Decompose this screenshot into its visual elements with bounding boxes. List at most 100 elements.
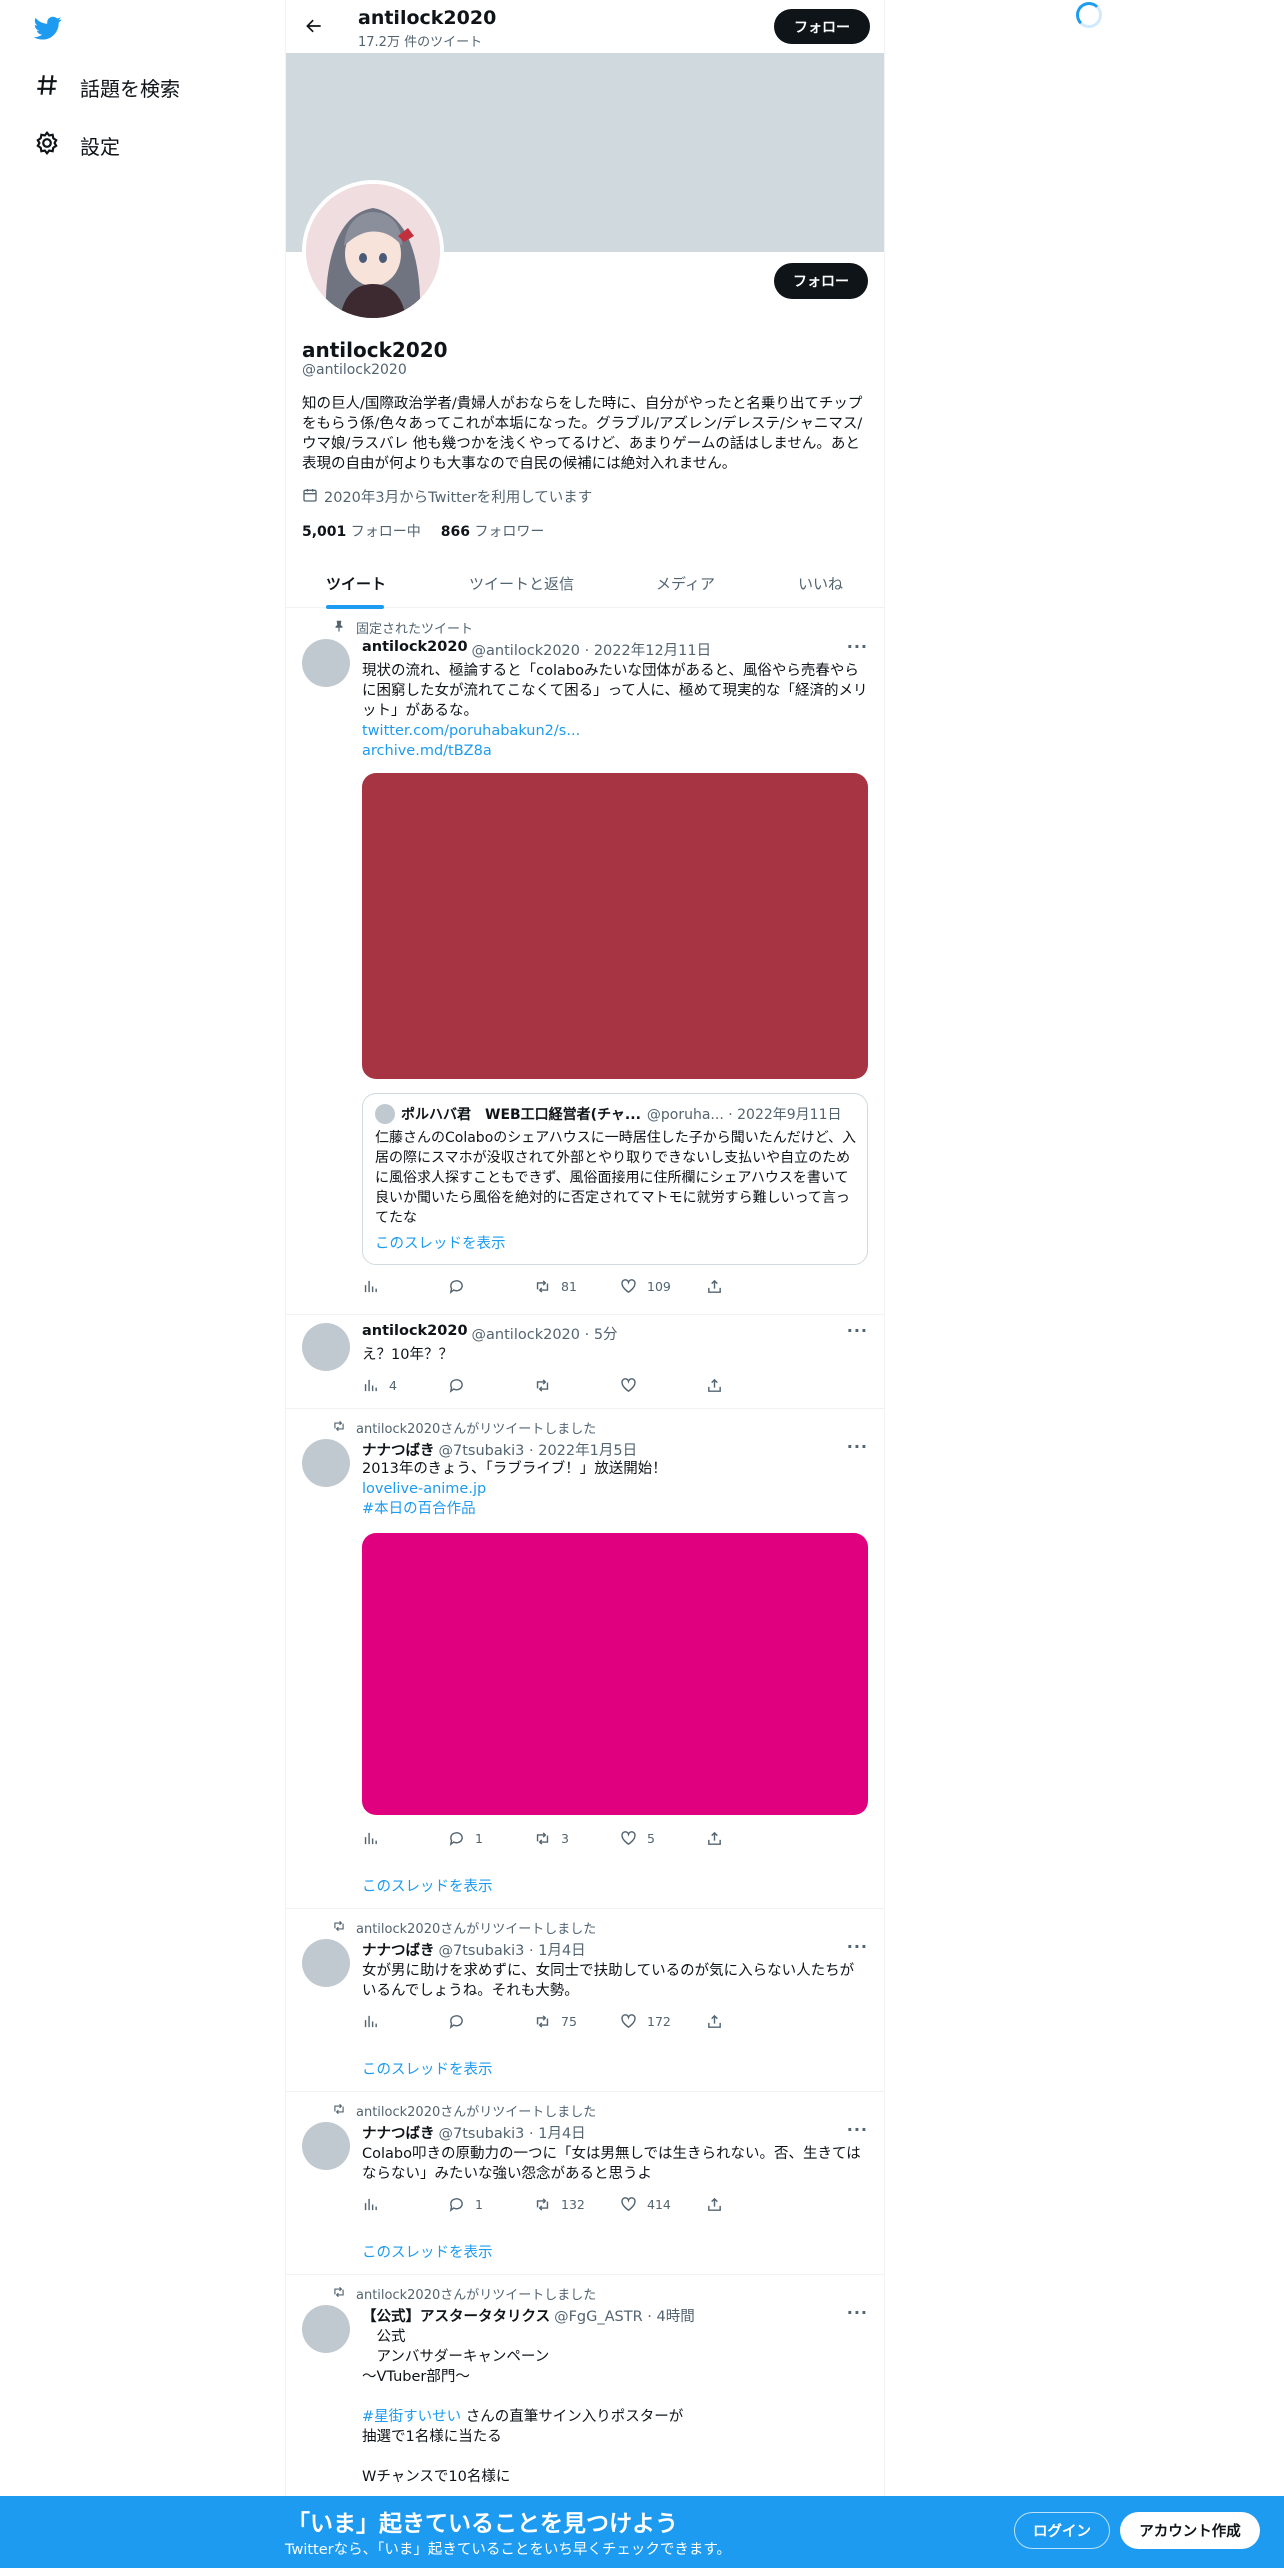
more-options-icon[interactable]: ··· — [847, 637, 868, 656]
views-button[interactable]: 4 — [362, 1377, 448, 1394]
signup-banner-subtitle: Twitterなら、「いま」起きていることをいち早くチェックできます。 — [285, 2542, 731, 2558]
share-button[interactable] — [706, 2196, 792, 2213]
tweet-retweeted[interactable]: antilock2020さんがリツイートしました ナナつばき @7tsubaki… — [286, 1909, 884, 2092]
tweet-retweeted[interactable]: antilock2020さんがリツイートしました ナナつばき @7tsubaki… — [286, 1409, 884, 1909]
avatar[interactable] — [302, 1323, 350, 1371]
tab-likes[interactable]: いいね — [798, 573, 843, 594]
retweet-button[interactable]: 3 — [534, 1830, 620, 1847]
avatar[interactable] — [302, 2122, 350, 2170]
tweet-media-image[interactable] — [362, 773, 868, 1079]
tweet-author-name[interactable]: antilock2020 — [362, 1323, 468, 1344]
reply-button[interactable]: 1 — [448, 2196, 534, 2213]
more-options-icon[interactable]: ··· — [847, 2120, 868, 2139]
like-button[interactable]: 414 — [620, 2196, 706, 2213]
like-button[interactable] — [620, 1377, 706, 1394]
tweet-link[interactable]: lovelive-anime.jp — [362, 1479, 868, 1499]
header-follow-button[interactable]: フォロー — [774, 9, 870, 44]
tweet-context: antilock2020さんがリツイートしました — [332, 2284, 596, 2303]
nav-explore[interactable]: 話題を検索 — [34, 72, 180, 103]
quote-author-name: ポルハバ君 WEB工口経営者(チャ... — [401, 1107, 641, 1123]
tweet-link[interactable]: twitter.com/poruhabakun2/s... — [362, 721, 868, 741]
share-button[interactable] — [706, 2013, 792, 2030]
quoted-tweet[interactable]: ポルハバ君 WEB工口経営者(チャ... @poruha... · 2022年9… — [362, 1093, 868, 1265]
more-options-icon[interactable]: ··· — [847, 2303, 868, 2322]
tweet-author-name[interactable]: ナナつばき — [362, 2122, 435, 2143]
tweet-header: 【公式】アスタータタリクス @FgG_ASTR · 4時間 — [362, 2305, 695, 2326]
tweet-link[interactable]: archive.md/tBZ8a — [362, 741, 868, 761]
following-link[interactable]: 5,001 フォロー中 — [302, 521, 421, 541]
views-button[interactable] — [362, 1830, 448, 1847]
reply-button[interactable] — [448, 1278, 534, 1295]
quote-meta: @poruha... · 2022年9月11日 — [646, 1107, 842, 1123]
views-button[interactable] — [362, 2013, 448, 2030]
tweet-meta: @FgG_ASTR · 4時間 — [554, 2309, 695, 2325]
tweet-header: ナナつばき @7tsubaki3 · 1月4日 — [362, 1939, 586, 1960]
show-thread-link[interactable]: このスレッドを表示 — [375, 1232, 506, 1253]
tweet-pinned[interactable]: 固定されたツイート antilock2020 @antilock2020 · 2… — [286, 609, 884, 1315]
tab-tweets-and-replies[interactable]: ツイートと返信 — [469, 573, 574, 594]
back-arrow-icon[interactable] — [298, 10, 330, 42]
reply-button[interactable]: 1 — [448, 1830, 534, 1847]
share-icon — [708, 1378, 721, 1392]
tweet-retweeted[interactable]: antilock2020さんがリツイートしました 【公式】アスタータタリクス @… — [286, 2275, 884, 2496]
more-options-icon[interactable]: ··· — [847, 1937, 868, 1956]
profile-follow-button[interactable]: フォロー — [774, 263, 868, 299]
twitter-bird-icon[interactable] — [32, 14, 64, 42]
nav-settings[interactable]: 設定 — [34, 130, 120, 161]
share-button[interactable] — [706, 1830, 792, 1847]
retweet-count: 75 — [561, 2014, 577, 2029]
retweet-button[interactable]: 75 — [534, 2013, 620, 2030]
reply-icon — [449, 2198, 463, 2212]
avatar — [375, 1104, 395, 1124]
retweet-button[interactable]: 81 — [534, 1278, 620, 1295]
like-button[interactable]: 109 — [620, 1278, 706, 1295]
reply-button[interactable] — [448, 2013, 534, 2030]
more-options-icon[interactable]: ··· — [847, 1321, 868, 1340]
tweet-retweeted[interactable]: antilock2020さんがリツイートしました ナナつばき @7tsubaki… — [286, 2092, 884, 2275]
retweet-button[interactable] — [534, 1377, 620, 1394]
views-button[interactable] — [362, 2196, 448, 2213]
hashtag-icon — [34, 72, 60, 103]
tweet-media-image[interactable] — [362, 1533, 868, 1815]
header-name: antilock2020 — [358, 7, 497, 29]
avatar[interactable] — [302, 639, 350, 687]
show-thread-link[interactable]: このスレッドを表示 — [362, 1875, 493, 1896]
login-button[interactable]: ログイン — [1014, 2512, 1110, 2549]
views-button[interactable] — [362, 1278, 448, 1295]
hashtag-link[interactable]: #本日の百合作品 — [362, 1499, 868, 1519]
profile-joined: 2020年3月からTwitterを利用しています — [302, 486, 592, 507]
tab-tweets[interactable]: ツイート — [326, 573, 386, 594]
tab-media[interactable]: メディア — [656, 573, 715, 594]
avatar[interactable] — [302, 1439, 350, 1487]
avatar[interactable] — [302, 1939, 350, 1987]
retweet-button[interactable]: 132 — [534, 2196, 620, 2213]
tweet-text: 2013年のきょう、「ラブライブ！」放送開始！ — [362, 1461, 667, 1477]
signup-button[interactable]: アカウント作成 — [1120, 2512, 1260, 2549]
tweet-author-name[interactable]: ナナつばき — [362, 1439, 435, 1460]
retweet-icon — [536, 1379, 549, 1392]
tweet-author-name[interactable]: ナナつばき — [362, 1939, 435, 1960]
bar-chart-icon — [364, 1379, 377, 1392]
tweet-header: ナナつばき @7tsubaki3 · 1月4日 — [362, 2122, 586, 2143]
avatar[interactable] — [302, 2305, 350, 2353]
pin-icon — [332, 619, 346, 637]
share-button[interactable] — [706, 1278, 792, 1295]
reply-count: 1 — [475, 2197, 483, 2212]
followers-link[interactable]: 866 フォロワー — [441, 521, 545, 541]
tweet-text: 現状の流れ、極論すると「colaboみたいな団体があると、風俗やら売春やらに困窮… — [362, 663, 868, 719]
share-icon — [708, 1831, 721, 1845]
hashtag-link[interactable]: #星街すいせい — [362, 2409, 461, 2425]
like-button[interactable]: 172 — [620, 2013, 706, 2030]
profile-avatar[interactable] — [302, 180, 444, 322]
like-button[interactable]: 5 — [620, 1830, 706, 1847]
reply-button[interactable] — [448, 1377, 534, 1394]
tweet-text-fragment: さんの直筆サイン入りポスターが — [461, 2409, 684, 2425]
show-thread-link[interactable]: このスレッドを表示 — [362, 2058, 493, 2079]
share-button[interactable] — [706, 1377, 792, 1394]
tweet[interactable]: antilock2020 @antilock2020 · 5分 ··· え？10… — [286, 1315, 884, 1409]
tweet-author-name[interactable]: 【公式】アスタータタリクス — [362, 2305, 550, 2326]
tweet-author-name[interactable]: antilock2020 — [362, 639, 468, 660]
more-options-icon[interactable]: ··· — [847, 1437, 868, 1456]
following-count: 5,001 — [302, 524, 347, 540]
show-thread-link[interactable]: このスレッドを表示 — [362, 2241, 493, 2262]
